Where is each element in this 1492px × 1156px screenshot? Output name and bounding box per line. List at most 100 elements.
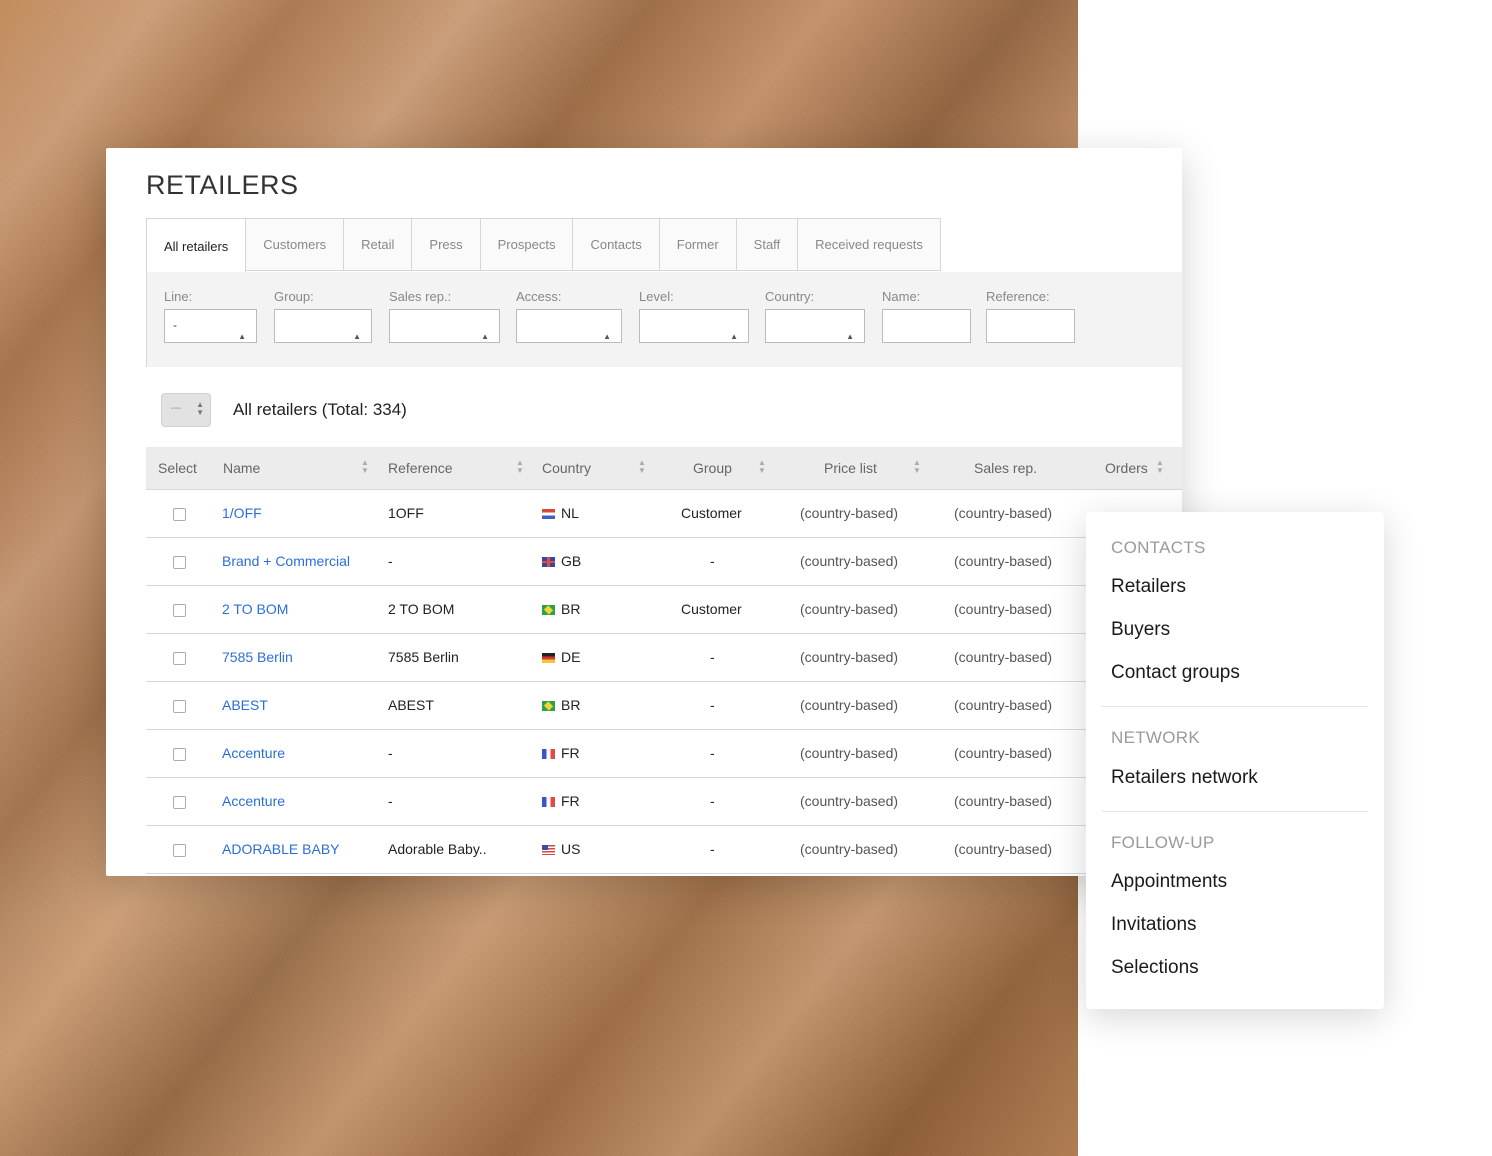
menu-item-appointments[interactable]: Appointments [1111, 871, 1227, 893]
country-cell: FR [542, 729, 580, 777]
menu-section-network: NETWORK [1111, 728, 1200, 747]
menu-section-follow-up: FOLLOW-UP [1111, 833, 1215, 852]
sales-rep-cell: (country-based) [954, 649, 1053, 665]
price-list-cell: (country-based) [800, 697, 899, 713]
reference-cell: 1OFF [388, 505, 424, 521]
filter-access: Access: ▲ [516, 289, 622, 343]
flag-fr-icon [542, 749, 555, 759]
line-select[interactable]: - ▲ [164, 309, 257, 343]
col-price-list[interactable]: Price list [824, 447, 877, 489]
tab-prospects[interactable]: Prospects [480, 218, 574, 271]
sort-icon[interactable]: ▲ ▼ [638, 459, 646, 475]
list-title: All retailers (Total: 334) [233, 400, 407, 419]
flag-br-icon [542, 605, 555, 615]
row-checkbox[interactable] [173, 652, 186, 665]
price-list-cell: (country-based) [800, 793, 899, 809]
filter-reference: Reference: [986, 289, 1075, 343]
retailer-name-link[interactable]: ABEST [222, 681, 268, 729]
filter-bar: Line: - ▲ Group: ▲ Sales rep.: ▲ Access:… [146, 272, 1182, 367]
country-select[interactable]: ▲ [765, 309, 865, 343]
table-row: 7585 Berlin 7585 Berlin DE - (country-ba… [146, 633, 1182, 682]
tab-bar: All retailers Customers Retail Press Pro… [146, 218, 1182, 273]
sales-rep-cell: (country-based) [954, 505, 1053, 521]
row-checkbox[interactable] [173, 556, 186, 569]
menu-item-invitations[interactable]: Invitations [1111, 914, 1197, 936]
price-list-cell: (country-based) [800, 601, 899, 617]
retailer-name-link[interactable]: Accenture [222, 777, 285, 825]
filter-label: Group: [274, 289, 314, 304]
filter-label: Line: [164, 289, 193, 304]
caret-up-icon: ▲ [730, 332, 738, 341]
menu-item-retailers-network[interactable]: Retailers network [1111, 767, 1258, 789]
group-cell: - [710, 553, 715, 569]
sales-rep-cell: (country-based) [954, 601, 1053, 617]
group-select[interactable]: ▲ [274, 309, 372, 343]
tab-retail[interactable]: Retail [344, 218, 413, 271]
table-row: 1/OFF 1OFF NL Customer (country-based) (… [146, 489, 1182, 538]
access-select[interactable]: ▲ [516, 309, 622, 343]
name-input[interactable] [882, 309, 971, 343]
row-checkbox[interactable] [173, 748, 186, 761]
bulk-action-select[interactable]: --- ▲ ▼ [161, 393, 211, 427]
sort-icon[interactable]: ▲ ▼ [758, 459, 766, 475]
country-code: BR [561, 601, 581, 617]
retailer-name-link[interactable]: Brand + Commercial [222, 537, 350, 585]
sales-rep-cell: (country-based) [954, 745, 1053, 761]
caret-up-icon: ▲ [846, 332, 854, 341]
country-cell: US [542, 825, 580, 873]
sort-icon[interactable]: ▲ ▼ [1156, 459, 1164, 475]
row-checkbox[interactable] [173, 508, 186, 521]
col-reference[interactable]: Reference [388, 447, 453, 489]
row-checkbox[interactable] [173, 844, 186, 857]
menu-item-contact-groups[interactable]: Contact groups [1111, 662, 1240, 684]
row-checkbox[interactable] [173, 796, 186, 809]
tab-customers[interactable]: Customers [246, 218, 345, 271]
row-checkbox[interactable] [173, 604, 186, 617]
filter-sales-rep: Sales rep.: ▲ [389, 289, 500, 343]
sort-icon[interactable]: ▲ ▼ [361, 459, 369, 475]
col-orders[interactable]: Orders [1105, 447, 1148, 489]
col-sales-rep[interactable]: Sales rep. [974, 447, 1037, 489]
reference-cell: 7585 Berlin [388, 649, 459, 665]
country-cell: BR [542, 681, 580, 729]
filter-name: Name: [882, 289, 971, 343]
menu-item-selections[interactable]: Selections [1111, 957, 1199, 979]
level-select[interactable]: ▲ [639, 309, 749, 343]
country-code: BR [561, 697, 581, 713]
country-cell: GB [542, 537, 581, 585]
group-cell: Customer [681, 505, 742, 521]
table-row: Accenture - FR - (country-based) (countr… [146, 729, 1182, 778]
table-row: Brand + Commercial - GB - (country-based… [146, 537, 1182, 586]
sort-icon[interactable]: ▲ ▼ [516, 459, 524, 475]
tab-received-requests[interactable]: Received requests [798, 218, 941, 271]
tab-staff[interactable]: Staff [736, 218, 799, 271]
tab-press[interactable]: Press [412, 218, 481, 271]
retailer-name-link[interactable]: ADORABLE BABY [222, 825, 340, 873]
menu-divider [1102, 811, 1368, 812]
retailer-name-link[interactable]: 7585 Berlin [222, 633, 293, 681]
reference-cell: Adorable Baby.. [388, 841, 487, 857]
sort-icon[interactable]: ▲ ▼ [913, 459, 921, 475]
country-code: FR [561, 745, 580, 761]
col-name[interactable]: Name [223, 447, 260, 489]
table-row: 2 TO BOM 2 TO BOM BR Customer (country-b… [146, 585, 1182, 634]
retailer-name-link[interactable]: 2 TO BOM [222, 585, 288, 633]
col-country[interactable]: Country [542, 447, 591, 489]
row-checkbox[interactable] [173, 700, 186, 713]
tab-all-retailers[interactable]: All retailers [146, 218, 247, 273]
filter-label: Sales rep.: [389, 289, 452, 304]
retailer-name-link[interactable]: Accenture [222, 729, 285, 777]
sales-rep-select[interactable]: ▲ [389, 309, 500, 343]
list-header: --- ▲ ▼ All retailers (Total: 334) [161, 393, 407, 427]
bulk-value: --- [171, 403, 181, 414]
menu-item-buyers[interactable]: Buyers [1111, 619, 1170, 641]
menu-item-retailers[interactable]: Retailers [1111, 576, 1186, 598]
tab-contacts[interactable]: Contacts [573, 218, 660, 271]
filter-label: Reference: [986, 289, 1050, 304]
reference-cell: - [388, 553, 393, 569]
tab-former[interactable]: Former [659, 218, 737, 271]
reference-input[interactable] [986, 309, 1075, 343]
sales-rep-cell: (country-based) [954, 793, 1053, 809]
retailer-name-link[interactable]: 1/OFF [222, 489, 262, 537]
col-group[interactable]: Group [693, 447, 732, 489]
